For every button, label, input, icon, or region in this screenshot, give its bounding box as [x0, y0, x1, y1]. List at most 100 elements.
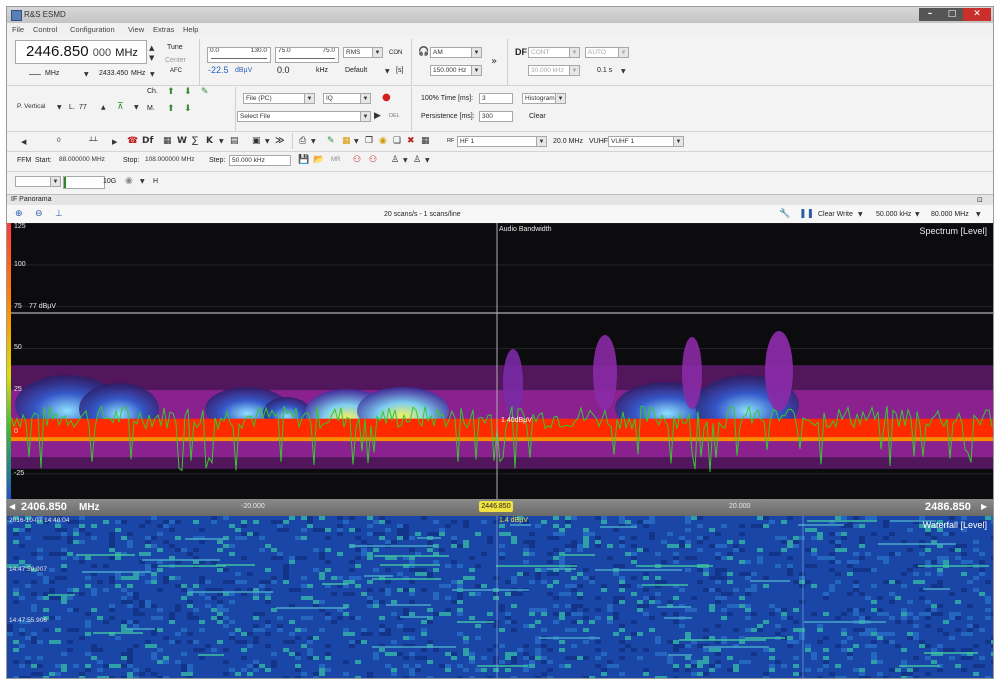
- iq-select[interactable]: IQ ▼: [323, 93, 371, 104]
- ffm-start-input[interactable]: 88.000000 MHz: [57, 155, 115, 166]
- menu-file[interactable]: File: [12, 25, 24, 34]
- save-icon[interactable]: 💾: [298, 155, 309, 165]
- ffm-stop-input[interactable]: 108.000000 MHz: [143, 155, 205, 166]
- close-button[interactable]: ✕: [963, 8, 991, 21]
- paste-icon[interactable]: ❏: [393, 136, 401, 146]
- antenna-hf-select[interactable]: HF 1 ▼: [457, 136, 547, 147]
- pin-icon[interactable]: ◉: [379, 136, 387, 146]
- detector-mode[interactable]: Default: [345, 67, 367, 74]
- channel-edit-icon[interactable]: ✎: [201, 87, 209, 97]
- menu-help[interactable]: Help: [183, 25, 198, 34]
- counter-input[interactable]: 0: [55, 136, 83, 147]
- demod-mode-select[interactable]: AM ▼: [430, 47, 482, 58]
- scroll-left-icon[interactable]: ◀: [9, 502, 15, 512]
- list-icon[interactable]: ▣: [252, 136, 261, 146]
- level-scale-b[interactable]: 75.0 75.0: [275, 47, 339, 63]
- table-icon[interactable]: ▤: [230, 136, 239, 146]
- grid-view-icon[interactable]: ▦: [421, 136, 430, 146]
- time-input[interactable]: 3: [479, 93, 513, 104]
- tune-up-icon[interactable]: ▲: [149, 43, 154, 53]
- detector-select[interactable]: RMS ▼: [343, 47, 383, 58]
- channel-down-icon[interactable]: ⬇: [184, 87, 192, 97]
- step-unit[interactable]: MHz: [45, 70, 59, 77]
- print-icon[interactable]: ⎙: [299, 136, 306, 146]
- forward-icon[interactable]: ≫: [275, 136, 284, 146]
- menu-view[interactable]: View: [128, 25, 144, 34]
- detector-mode-dropdown-icon[interactable]: ▼: [385, 67, 390, 77]
- print-dropdown-icon[interactable]: ▼: [311, 137, 316, 147]
- step-dropdown-icon[interactable]: ▼: [84, 70, 89, 80]
- scan-pair-icon[interactable]: ⚇: [369, 155, 377, 165]
- open-folder-icon[interactable]: 📂: [313, 155, 324, 165]
- menu-extras[interactable]: Extras: [153, 25, 174, 34]
- maximize-button[interactable]: □: [941, 8, 963, 21]
- frequency-axis[interactable]: ◀ 2406.850 MHz -20.000 2446.850 20.000 2…: [7, 499, 993, 516]
- prev-icon[interactable]: ◀: [21, 137, 26, 147]
- record-icon[interactable]: ●: [382, 93, 391, 103]
- con-label[interactable]: CON: [389, 50, 402, 56]
- spectrum-view[interactable]: 125 100 75 50 25 0 -25 Audio Bandwidth Spectru…: [7, 223, 993, 499]
- pause-icon[interactable]: ❚❚: [799, 209, 814, 219]
- l-stepper-icon[interactable]: ▲: [101, 103, 106, 113]
- alarm-icon[interactable]: ☎: [127, 136, 138, 146]
- histogram-select[interactable]: Histogram ▼: [522, 93, 566, 104]
- scan-play-icon[interactable]: ♙: [391, 155, 399, 165]
- df-bw-select[interactable]: 30.000 kHz ▼: [528, 65, 580, 76]
- clear-mode-dropdown-icon[interactable]: ▼: [858, 210, 863, 220]
- polarization-select[interactable]: P. Vertical: [15, 102, 63, 113]
- vuhf-select[interactable]: VUHF 1 ▼: [608, 136, 684, 147]
- tune-label[interactable]: Tune: [167, 44, 183, 51]
- del-label[interactable]: DEL: [389, 113, 400, 119]
- waterfall-view[interactable]: 1.4 dBµV Waterfall [Level] 2016-10-07 14…: [7, 516, 993, 678]
- knob-icon[interactable]: ◉: [125, 176, 133, 186]
- select-file-input[interactable]: Select File ▼: [237, 111, 371, 122]
- attenuation-bar[interactable]: [63, 176, 105, 189]
- polarization-dropdown-icon[interactable]: ▼: [57, 103, 62, 113]
- span-dropdown-icon[interactable]: ▼: [976, 210, 981, 220]
- axis-icon[interactable]: ⊥: [55, 209, 63, 219]
- channel-up-icon[interactable]: ⬆: [167, 87, 175, 97]
- scan-stop-dropdown-icon[interactable]: ▼: [425, 156, 430, 166]
- scan-group-icon[interactable]: ⚇: [353, 155, 361, 165]
- df-auto-select[interactable]: AUTO ▼: [585, 47, 629, 58]
- play-icon[interactable]: ▶: [374, 111, 381, 121]
- memory-up-icon[interactable]: ⬆: [167, 104, 175, 114]
- zoom-out-icon[interactable]: ⊖: [35, 209, 43, 219]
- delete-icon[interactable]: ✖: [407, 136, 415, 146]
- df-time-dropdown-icon[interactable]: ▼: [621, 67, 626, 77]
- l-value[interactable]: 77: [79, 104, 87, 111]
- slider-icon[interactable]: ┴┴: [89, 136, 97, 146]
- clear-mode-select[interactable]: Clear Write: [818, 211, 853, 218]
- file-source-select[interactable]: File (PC) ▼: [243, 93, 315, 104]
- frequency-input[interactable]: 2446.850 000 MHz: [15, 40, 147, 64]
- mr-label[interactable]: MR: [331, 157, 340, 163]
- level-scale-a[interactable]: 0.0 130.0: [207, 47, 271, 63]
- k-mode-icon[interactable]: K: [206, 136, 213, 146]
- edit-icon[interactable]: ✎: [327, 136, 335, 146]
- antenna-dropdown-icon[interactable]: ▼: [134, 103, 139, 113]
- scan-stop-icon[interactable]: ♙: [413, 155, 421, 165]
- df-time[interactable]: 0.1 s: [597, 67, 612, 74]
- span-select[interactable]: 80.000 MHz: [931, 211, 969, 218]
- ffm-step-input[interactable]: 50.000 kHz: [229, 155, 291, 166]
- afc-label[interactable]: AFC: [170, 68, 182, 74]
- zoom-in-icon[interactable]: ⊕: [15, 209, 23, 219]
- k-mode-dropdown-icon[interactable]: ▼: [219, 137, 224, 147]
- list-dropdown-icon[interactable]: ▼: [265, 137, 270, 147]
- attenuation-select[interactable]: ▼: [15, 176, 61, 187]
- next-icon[interactable]: ▶: [112, 137, 117, 147]
- antenna-switch-icon[interactable]: ⊼: [117, 102, 124, 112]
- knob-dropdown-icon[interactable]: ▼: [140, 177, 145, 187]
- waterfall-icon[interactable]: W: [177, 136, 187, 146]
- resolution-select[interactable]: 50.000 kHz: [876, 211, 911, 218]
- copy-icon[interactable]: ❐: [365, 136, 373, 146]
- df-icon[interactable]: Df: [142, 136, 153, 146]
- menu-control[interactable]: Control: [33, 25, 57, 34]
- df-mode-select[interactable]: CONT ▼: [528, 47, 580, 58]
- demod-bandwidth-select[interactable]: 150.000 Hz ▼: [430, 65, 482, 76]
- scan-play-dropdown-icon[interactable]: ▼: [403, 156, 408, 166]
- sum-icon[interactable]: ∑: [192, 136, 198, 146]
- wrench-icon[interactable]: 🔧: [779, 209, 790, 219]
- center-frequency-badge[interactable]: 2446.850: [479, 501, 513, 512]
- resolution-dropdown-icon[interactable]: ▼: [915, 210, 920, 220]
